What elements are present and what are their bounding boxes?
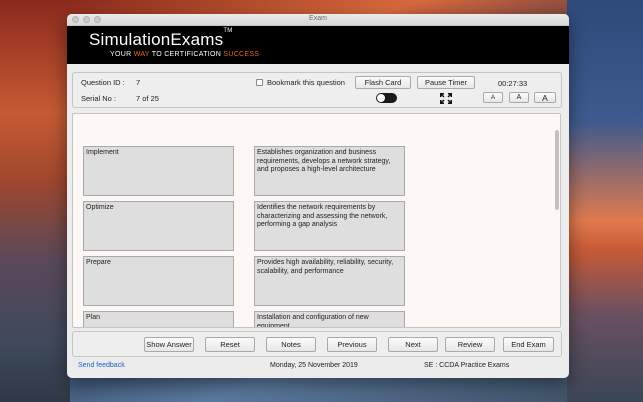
header-banner: SimulationExamsTM YOUR WAY TO CERTIFICAT… bbox=[67, 26, 569, 64]
next-button[interactable]: Next bbox=[388, 337, 438, 352]
timer-display: 00:27:33 bbox=[498, 79, 528, 88]
drop-target-2[interactable]: Identifies the network requirements by c… bbox=[254, 201, 405, 251]
previous-button[interactable]: Previous bbox=[327, 337, 377, 352]
content-scrollbar[interactable] bbox=[555, 130, 559, 210]
pause-timer-button[interactable]: Pause Timer bbox=[417, 76, 475, 89]
question-id-value: 7 bbox=[136, 78, 141, 87]
bookmark-checkbox[interactable] bbox=[256, 79, 263, 86]
tagline-mid: TO CERTIFICATION bbox=[151, 51, 222, 58]
reset-button[interactable]: Reset bbox=[205, 337, 255, 352]
tagline-prefix: YOUR bbox=[110, 51, 132, 58]
exam-window: Exam SimulationExamsTM YOUR WAY TO CERTI… bbox=[67, 14, 569, 378]
bookmark-label[interactable]: Bookmark this question bbox=[267, 78, 345, 87]
drag-item-implement[interactable]: Implement bbox=[83, 146, 234, 196]
drag-item-prepare[interactable]: Prepare bbox=[83, 256, 234, 306]
drop-target-1[interactable]: Establishes organization and business re… bbox=[254, 146, 405, 196]
window-title: Exam bbox=[309, 15, 327, 22]
title-bar[interactable]: Exam bbox=[67, 14, 569, 26]
toggle-knob bbox=[377, 94, 385, 102]
question-id-label: Question ID : bbox=[81, 78, 125, 87]
logo: SimulationExamsTM bbox=[89, 28, 233, 50]
exam-name: SE : CCDA Practice Exams bbox=[424, 362, 510, 369]
serial-label: Serial No : bbox=[81, 94, 117, 103]
question-info-panel: Question ID : 7 Serial No : 7 of 25 Book… bbox=[72, 72, 562, 108]
tagline: YOUR WAY TO CERTIFICATION SUCCESS bbox=[110, 51, 259, 58]
show-answer-button[interactable]: Show Answer bbox=[144, 337, 194, 352]
end-exam-button[interactable]: End Exam bbox=[503, 337, 554, 352]
fullscreen-icon[interactable] bbox=[440, 93, 452, 104]
logo-text: SimulationExams bbox=[89, 30, 224, 49]
serial-value: 7 of 25 bbox=[136, 94, 159, 103]
drop-target-3[interactable]: Provides high availability, reliability,… bbox=[254, 256, 405, 306]
review-button[interactable]: Review bbox=[445, 337, 495, 352]
drag-item-optimize[interactable]: Optimize bbox=[83, 201, 234, 251]
tagline-way: WAY bbox=[133, 51, 150, 58]
current-date: Monday, 25 November 2019 bbox=[270, 362, 358, 369]
tagline-success: SUCCESS bbox=[223, 51, 260, 58]
trademark: TM bbox=[223, 28, 233, 34]
send-feedback-link[interactable]: Send feedback bbox=[78, 362, 125, 369]
flash-card-button[interactable]: Flash Card bbox=[355, 76, 411, 89]
font-large-button[interactable]: A bbox=[534, 92, 556, 103]
drop-target-4[interactable]: Installation and configuration of new eq… bbox=[254, 311, 405, 327]
desktop-background-right bbox=[567, 0, 643, 402]
mode-toggle[interactable] bbox=[376, 93, 397, 103]
navigation-panel: Show Answer Reset Notes Previous Next Re… bbox=[72, 331, 562, 357]
question-content-area: Implement Establishes organization and b… bbox=[72, 113, 561, 328]
drag-item-plan[interactable]: Plan bbox=[83, 311, 234, 327]
font-small-button[interactable]: A bbox=[483, 92, 503, 103]
font-medium-button[interactable]: A bbox=[509, 92, 529, 103]
notes-button[interactable]: Notes bbox=[266, 337, 316, 352]
desktop-background-left bbox=[0, 0, 70, 402]
